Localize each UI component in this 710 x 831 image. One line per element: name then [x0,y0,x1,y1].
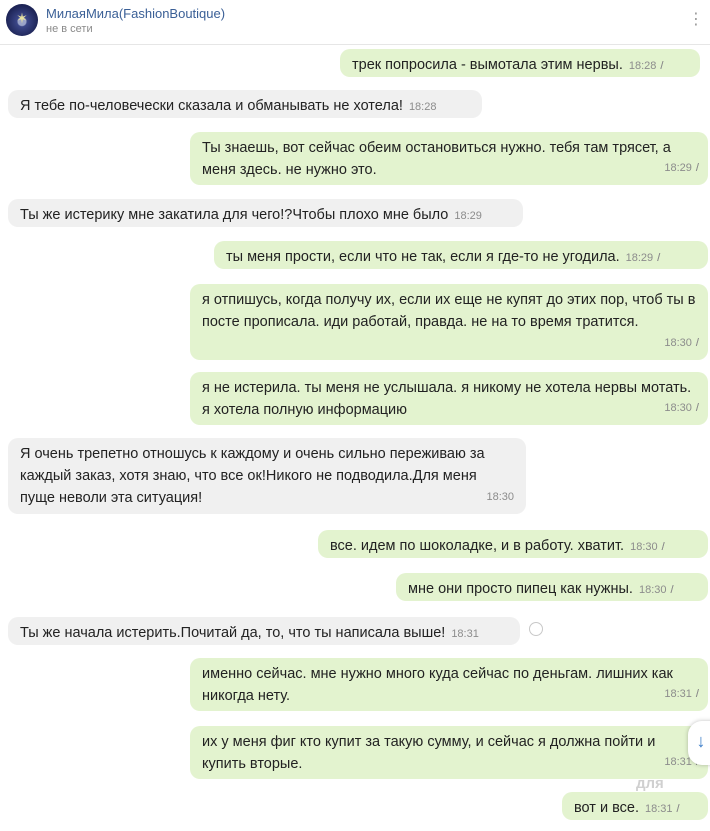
message-text: именно сейчас. мне нужно много куда сейч… [202,666,673,704]
message-meta: 18:30// [664,332,699,354]
contact-status: не в сети [46,23,93,35]
message-time: 18:30 [638,584,667,596]
message-meta: 18:31// [664,683,699,705]
message-text: мне они просто пипец как нужны. [408,581,633,597]
message-meta: 18:31// [644,798,680,820]
message-time: 18:31 [644,803,673,815]
message-time: 18:28 [408,101,437,113]
message-text: Я тебе по-человечески сказала и обманыва… [20,98,403,114]
avatar-image-icon: ✶ [16,10,28,26]
message-bubble-outgoing[interactable]: все. идем по шоколадке, и в работу. хват… [318,530,708,558]
watermark: для [636,775,664,792]
message-bubble-outgoing[interactable]: вот и все. 18:31// [562,792,708,820]
message-time: 18:30 [664,337,692,349]
message-time: 18:30 [486,491,514,503]
avatar[interactable]: ✶ [6,4,38,36]
message-bubble-outgoing[interactable]: именно сейчас. мне нужно много куда сейч… [190,658,708,711]
message-text: Ты же начала истерить.Почитай да, то, чт… [20,625,446,641]
message-text: вот и все. [574,800,639,816]
message-text: Ты же истерику мне закатила для чего!?Чт… [20,207,449,223]
message-bubble-incoming[interactable]: Я тебе по-человечески сказала и обманыва… [8,90,482,118]
message-text: Я очень трепетно отношусь к каждому и оч… [20,446,485,506]
message-bubble-outgoing[interactable]: их у меня фиг кто купит за такую сумму, … [190,726,708,779]
message-text: их у меня фиг кто купит за такую сумму, … [202,734,656,772]
message-text: ты меня прости, если что не так, если я … [226,249,620,265]
message-text: я отпишусь, когда получу их, если их еще… [202,292,696,330]
message-time: 18:31 [451,628,479,640]
message-time: 18:31 [664,756,692,768]
message-bubble-outgoing[interactable]: ты меня прости, если что не так, если я … [214,241,708,269]
more-menu-icon[interactable]: ⋮ [688,10,704,30]
chat-header: ✶ МилаяМила(FashionBoutique) не в сети ⋮ [0,0,710,45]
message-time: 18:30 [664,402,692,414]
message-bubble-incoming[interactable]: Ты же истерику мне закатила для чего!?Чт… [8,199,523,227]
message-bubble-incoming[interactable]: Я очень трепетно отношусь к каждому и оч… [8,438,526,514]
message-bubble-incoming[interactable]: Ты же начала истерить.Почитай да, то, чт… [8,617,520,645]
contact-name[interactable]: МилаяМила(FashionBoutique) [46,6,225,21]
message-bubble-outgoing[interactable]: Ты знаешь, вот сейчас обеим остановиться… [190,132,708,185]
message-bubble-outgoing[interactable]: трек попросила - вымотала этим нервы. 18:… [340,49,700,77]
message-time: 18:31 [664,688,692,700]
unread-status-icon [529,622,543,636]
message-text: все. идем по шоколадке, и в работу. хват… [330,538,625,554]
scroll-down-icon[interactable]: ↓ [688,721,710,765]
message-meta: 18:30// [630,536,665,558]
message-time: 18:28 [628,60,657,72]
message-time: 18:29 [664,162,692,174]
message-meta: 18:29// [664,157,699,179]
message-time: 18:29 [454,210,482,222]
message-time: 18:29 [625,252,654,264]
message-time: 18:30 [630,541,658,553]
message-list: трек попросила - вымотала этим нервы. 18:… [0,44,710,831]
message-bubble-outgoing[interactable]: я не истерила. ты меня не услышала. я ни… [190,372,708,425]
message-bubble-outgoing[interactable]: мне они просто пипец как нужны. 18:30// [396,573,708,601]
message-meta: 18:28// [628,55,664,77]
message-text: Ты знаешь, вот сейчас обеим остановиться… [202,140,671,178]
message-bubble-outgoing[interactable]: я отпишусь, когда получу их, если их еще… [190,284,708,360]
message-meta: 18:30// [664,397,699,419]
message-text: трек попросила - вымотала этим нервы. [352,57,623,73]
message-meta: 18:30// [638,579,674,601]
message-text: я не истерила. ты меня не услышала. я ни… [202,380,692,418]
message-meta: 18:29// [625,247,661,269]
